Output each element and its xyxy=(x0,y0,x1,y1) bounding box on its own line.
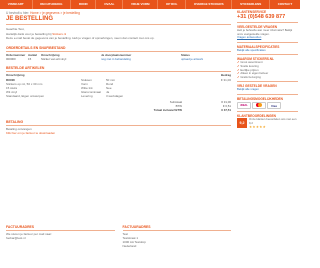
mastercard-logo xyxy=(252,101,266,109)
greeting: Geachte Test, xyxy=(6,27,25,31)
upload-link[interactable]: upload je artwork xyxy=(181,57,231,61)
nav-item-ovaal[interactable]: OVAAL xyxy=(96,0,124,9)
invoice-download-link[interactable]: Klik hier om je factuur te downloaden xyxy=(6,131,231,135)
rating-badge: 9,2 xyxy=(237,117,247,128)
intro-line: Deze e-mail bevat de gegevens van je bes… xyxy=(6,36,155,40)
breadcrumb-prefix: U bevindt u hier: xyxy=(6,11,30,15)
ideal-logo: iDEAL xyxy=(237,101,251,109)
breadcrumb: U bevindt u hier: Home > je gegevens > j… xyxy=(6,11,80,15)
payment-logos: iDEAL Visa xyxy=(237,101,298,109)
material-link[interactable]: Bekijk alle specificaties xyxy=(237,48,298,53)
nav-item-rechthoekig[interactable]: RECHTHOEKIG xyxy=(33,0,72,9)
breadcrumb-link[interactable]: Home > je gegevens > je bestelling xyxy=(30,11,80,15)
ordered-section-title: BESTELDE ARTIKELEN xyxy=(6,66,45,70)
nav-item-visiskart[interactable]: VISISKART xyxy=(0,0,33,9)
top-nav: VISISKART RECHTHOEKIG ROND OVAAL VRIJE VORM O… xyxy=(0,0,300,9)
nav-item-overige-stickers[interactable]: OVERIGE STICKERS xyxy=(186,0,233,9)
page-title: JE BESTELLING xyxy=(6,16,54,22)
nav-item-vrije-vorm[interactable]: VRIJE VORM xyxy=(123,0,159,9)
payment-title: BETALING xyxy=(6,120,24,124)
main-content: JE BESTELLING Geachte Test, Hartelijk da… xyxy=(6,16,231,135)
rating-stars: ★★★★★ xyxy=(249,125,267,130)
track-link[interactable]: nog niet in behandeling xyxy=(101,57,181,61)
payment-options-title: BETALINGSMOGELIJKHEDEN xyxy=(237,96,283,101)
totals: Subtotaal € 31,00 BTW € 6,51 Totaal inclus… xyxy=(153,100,231,112)
sidebar: KLANTENSERVICE +31 (0)548 639 877 VEELGE… xyxy=(237,10,298,130)
visa-logo: Visa xyxy=(267,101,281,109)
nav-item-contact[interactable]: CONTACT xyxy=(270,0,300,9)
item-row: ROND Stickers op rol, 50 x 30 mm 15 stuk… xyxy=(6,78,231,98)
nav-item-stickerlens[interactable]: STICKERLENS xyxy=(232,0,270,9)
nav-item-op-rol[interactable]: OP ROL xyxy=(158,0,187,9)
faq-box-link[interactable]: Vragen antwoorden xyxy=(237,36,298,40)
order-section-title: ORDERDETAILS EN SNUFIBESTAND xyxy=(6,46,66,50)
delivery-address: FACTUURADRES Test Teststraat 1 1000 AA T… xyxy=(122,225,231,248)
invoice-address: FACTUURADRES We sturen je factuur per ma… xyxy=(6,225,115,248)
items-header: Omschrijving Bedrag xyxy=(6,73,231,77)
nav-item-rond[interactable]: ROND xyxy=(71,0,97,9)
order-row: 000000 15 Sticker van wit vinyl nog niet… xyxy=(6,57,231,61)
address-boxes: FACTUURADRES We sturen je factuur per ma… xyxy=(6,225,231,248)
faq-link[interactable]: Bekijk alle vragen xyxy=(237,88,298,92)
phone-number[interactable]: +31 (0)548 639 877 xyxy=(237,14,298,20)
